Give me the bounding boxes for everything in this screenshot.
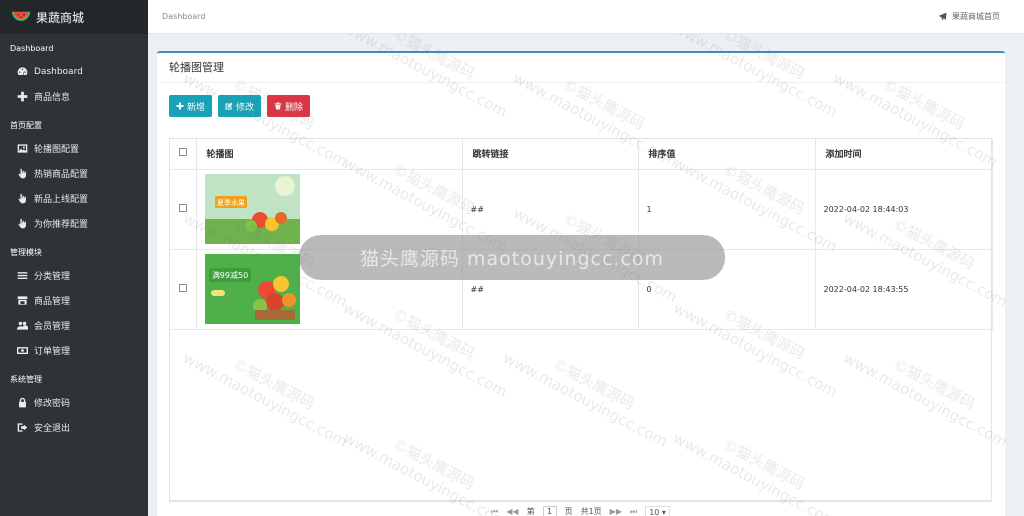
select-all-cell <box>170 139 197 170</box>
sidebar-item-hot-products-config[interactable]: 热销商品配置 <box>0 161 148 186</box>
carousel-thumbnail[interactable]: 满99减50 <box>204 254 300 324</box>
watermelon-logo-icon <box>12 11 30 21</box>
sidebar-item-category-management[interactable]: 分类管理 <box>0 263 148 288</box>
next-page-icon[interactable]: ▶▶ <box>610 507 622 516</box>
edit-icon <box>225 102 233 110</box>
thumbnail-text: 满99减50 <box>211 270 247 280</box>
page-suffix: 页 <box>564 507 573 516</box>
row-select-cell <box>170 169 197 250</box>
page-number-input[interactable]: 1 <box>542 505 557 516</box>
topbar: Dashboard 果蔬商城首页 <box>148 0 1024 34</box>
brand[interactable]: 果蔬商城 <box>0 0 148 34</box>
sidebar-item-label: Dashboard <box>34 66 83 77</box>
sign-out-icon <box>17 422 28 433</box>
sidebar-item-label: 会员管理 <box>34 322 71 332</box>
column-header-order[interactable]: 排序值 <box>638 139 816 170</box>
sidebar-section-system: 系统管理 <box>10 375 42 384</box>
sidebar-item-label: 订单管理 <box>34 347 71 357</box>
sidebar-item-label: 修改密码 <box>34 399 71 409</box>
thumbnail-text: 夏季水果 <box>217 198 245 207</box>
image-icon <box>17 143 28 154</box>
last-page-icon[interactable]: ⏭ <box>630 507 637 516</box>
sidebar-item-products-info[interactable]: 商品信息 <box>0 84 148 109</box>
money-icon <box>17 345 28 356</box>
sidebar-item-label: 商品信息 <box>34 93 71 103</box>
row-select-cell <box>170 249 197 330</box>
dashboard-icon <box>17 66 28 77</box>
sidebar-item-label: 分类管理 <box>34 272 71 282</box>
toolbar: 新增 修改 删除 <box>169 95 311 117</box>
sidebar-item-dashboard[interactable]: Dashboard <box>0 59 148 84</box>
sidebar-item-recommend-config[interactable]: 为你推荐配置 <box>0 211 148 236</box>
sidebar-item-label: 为你推荐配置 <box>34 220 89 230</box>
sidebar-item-new-products-config[interactable]: 新品上线配置 <box>0 186 148 211</box>
order-cell: 0 <box>638 249 816 330</box>
sidebar-item-order-management[interactable]: 订单管理 <box>0 338 148 363</box>
sidebar-item-carousel-config[interactable]: 轮播图配置 <box>0 136 148 161</box>
home-link-label: 果蔬商城首页 <box>952 12 1000 21</box>
delete-button-label: 删除 <box>285 102 304 113</box>
carousel-image-cell: 夏季水果 <box>196 169 463 250</box>
sidebar-item-label: 新品上线配置 <box>34 195 89 205</box>
users-icon <box>17 320 28 331</box>
first-page-icon[interactable]: ⏮ <box>491 507 498 516</box>
added-time-cell: 2022-04-02 18:43:55 <box>815 249 993 330</box>
plus-icon <box>17 91 28 102</box>
prev-page-icon[interactable]: ◀◀ <box>506 507 518 516</box>
sidebar-item-product-management[interactable]: 商品管理 <box>0 288 148 313</box>
add-button-label: 新增 <box>187 102 206 113</box>
sidebar-section-management: 管理模块 <box>10 248 42 257</box>
row-checkbox[interactable] <box>178 204 187 212</box>
sidebar-item-label: 安全退出 <box>34 424 71 434</box>
select-all-checkbox[interactable] <box>178 148 187 157</box>
sidebar-item-label: 轮播图配置 <box>34 145 80 155</box>
sidebar-section-dashboard: Dashboard <box>10 44 54 53</box>
hand-pointer-icon <box>17 218 28 229</box>
sidebar-item-label: 商品管理 <box>34 297 71 307</box>
trash-icon <box>274 102 282 110</box>
home-link[interactable]: 果蔬商城首页 <box>938 11 1000 22</box>
column-header-link[interactable]: 跳转链接 <box>462 139 639 170</box>
add-button[interactable]: 新增 <box>169 95 213 117</box>
carousel-table: 轮播图 跳转链接 排序值 添加时间 夏季水果 ## 1 2022-04-02 1… <box>169 138 993 501</box>
table-row[interactable]: 夏季水果 ## 1 2022-04-02 18:44:03 <box>170 169 993 250</box>
sidebar: 果蔬商城 Dashboard Dashboard 商品信息 首页配置 轮播图配置… <box>0 0 148 516</box>
hand-pointer-icon <box>17 193 28 204</box>
sidebar-item-label: 热销商品配置 <box>34 170 89 180</box>
paper-plane-icon <box>938 12 947 21</box>
table-row[interactable]: 满99减50 ## 0 2022-04-02 18:43:55 <box>170 249 993 330</box>
carousel-thumbnail[interactable]: 夏季水果 <box>204 174 300 244</box>
lock-icon <box>17 397 28 408</box>
sidebar-item-logout[interactable]: 安全退出 <box>0 415 148 440</box>
page-size-value: 10 <box>649 507 660 516</box>
carousel-image-cell: 满99减50 <box>196 249 463 330</box>
page-size-select[interactable]: 10 ▾ <box>645 505 670 516</box>
pagination: ⏮ ◀◀ 第 1 页 共1页 ▶▶ ⏭ 10 ▾ <box>169 501 992 516</box>
row-checkbox[interactable] <box>178 284 187 292</box>
table-header-row: 轮播图 跳转链接 排序值 添加时间 <box>170 139 993 170</box>
sidebar-section-home-config: 首页配置 <box>10 121 42 130</box>
hand-pointer-icon <box>17 168 28 179</box>
page-title: 轮播图管理 <box>157 53 1005 83</box>
column-header-image[interactable]: 轮播图 <box>196 139 463 170</box>
carousel-panel: 轮播图管理 新增 修改 删除 轮播图 跳转链接 排序值 添加时间 夏季水果 ##… <box>157 51 1005 516</box>
list-icon <box>17 270 28 281</box>
app-title: 果蔬商城 <box>36 10 85 25</box>
order-cell: 1 <box>638 169 816 250</box>
edit-button-label: 修改 <box>236 102 255 113</box>
plus-icon <box>176 102 184 110</box>
sidebar-item-member-management[interactable]: 会员管理 <box>0 313 148 338</box>
link-cell: ## <box>462 249 639 330</box>
breadcrumb[interactable]: Dashboard <box>162 12 205 21</box>
link-cell: ## <box>462 169 639 250</box>
store-icon <box>17 295 28 306</box>
sidebar-item-change-password[interactable]: 修改密码 <box>0 390 148 415</box>
edit-button[interactable]: 修改 <box>218 95 262 117</box>
delete-button[interactable]: 删除 <box>267 95 311 117</box>
column-header-added[interactable]: 添加时间 <box>815 139 993 170</box>
page-prefix: 第 <box>526 507 535 516</box>
total-pages: 共1页 <box>580 507 602 516</box>
added-time-cell: 2022-04-02 18:44:03 <box>815 169 993 250</box>
